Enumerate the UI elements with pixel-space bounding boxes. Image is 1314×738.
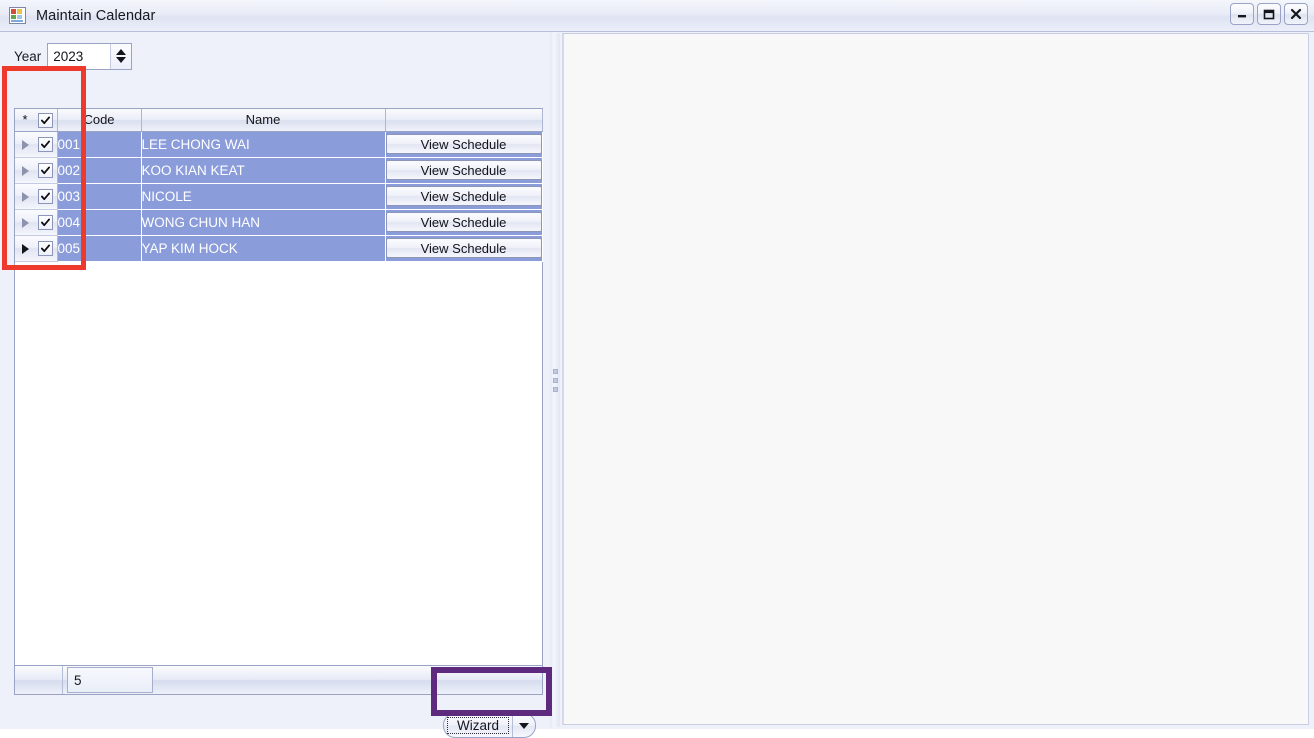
row-selector-triangle-icon [21, 191, 29, 202]
year-spinner[interactable]: 2023 [47, 42, 133, 70]
year-filter: Year 2023 [14, 42, 133, 70]
panel-splitter[interactable] [550, 33, 560, 727]
view-schedule-button[interactable]: View Schedule [385, 238, 542, 258]
row-indicator-cell[interactable] [15, 183, 35, 210]
row-checkbox-cell[interactable] [35, 131, 58, 158]
grid-header-row: * Code Name [15, 109, 543, 132]
spinner-down-icon[interactable] [116, 57, 127, 63]
column-header-new-row-marker: * [15, 109, 35, 132]
row-checkbox-cell[interactable] [35, 183, 58, 210]
spinner-up-icon[interactable] [116, 49, 127, 55]
row-indicator-cell[interactable] [15, 131, 35, 158]
cell-code[interactable]: 002 [57, 157, 142, 184]
row-checkbox[interactable] [38, 136, 54, 152]
window-title: Maintain Calendar [36, 7, 156, 24]
view-schedule-button[interactable]: View Schedule [385, 134, 542, 154]
calendar-grid-table: * Code Name 001 LEE CHONG WAI View Sched… [15, 109, 543, 262]
wizard-dropdown-button[interactable] [513, 714, 535, 737]
calendar-icon [9, 7, 26, 24]
grid-footer: 5 [14, 665, 543, 695]
maximize-button[interactable] [1257, 3, 1281, 25]
table-row[interactable]: 004 WONG CHUN HAN View Schedule [15, 209, 543, 236]
footer-spacer [15, 666, 63, 694]
row-checkbox-cell[interactable] [35, 209, 58, 236]
splitter-grip-dot [552, 386, 558, 392]
view-schedule-button[interactable]: View Schedule [385, 160, 542, 180]
year-spinner-buttons[interactable] [110, 43, 132, 69]
cell-action: View Schedule [385, 183, 543, 210]
row-indicator-cell[interactable] [15, 209, 35, 236]
row-selector-triangle-icon [21, 243, 29, 254]
cell-code[interactable]: 003 [57, 183, 142, 210]
row-selector-triangle-icon [21, 139, 29, 150]
table-row[interactable]: 003 NICOLE View Schedule [15, 183, 543, 210]
check-icon [41, 166, 51, 175]
cell-name[interactable]: YAP KIM HOCK [141, 235, 386, 262]
check-icon [41, 116, 51, 124]
left-panel: Year 2023 * Code Name 001 LEE CHONG WAI … [0, 32, 556, 738]
row-indicator-cell[interactable] [15, 157, 35, 184]
title-bar: Maintain Calendar [0, 0, 1314, 32]
row-selector-triangle-icon [21, 217, 29, 228]
column-header-name[interactable]: Name [141, 109, 386, 132]
row-selector-triangle-icon [21, 165, 29, 176]
row-checkbox[interactable] [38, 214, 54, 230]
table-row[interactable]: 005 YAP KIM HOCK View Schedule [15, 235, 543, 262]
splitter-grip-dot [552, 368, 558, 374]
check-icon [41, 218, 51, 227]
close-button[interactable] [1284, 3, 1308, 25]
check-icon [41, 244, 51, 253]
column-header-code[interactable]: Code [57, 109, 142, 132]
column-header-action[interactable] [385, 109, 543, 132]
cell-name[interactable]: WONG CHUN HAN [141, 209, 386, 236]
table-row[interactable]: 001 LEE CHONG WAI View Schedule [15, 131, 543, 158]
column-header-select-all[interactable] [35, 109, 58, 132]
asterisk-icon: * [22, 112, 28, 128]
cell-code[interactable]: 004 [57, 209, 142, 236]
cell-action: View Schedule [385, 131, 543, 158]
check-icon [41, 140, 51, 149]
cell-action: View Schedule [385, 157, 543, 184]
window-controls [1230, 3, 1308, 25]
year-input[interactable]: 2023 [48, 49, 110, 64]
cell-code[interactable]: 005 [57, 235, 142, 262]
cell-action: View Schedule [385, 235, 543, 262]
row-checkbox[interactable] [38, 162, 54, 178]
table-row[interactable]: 002 KOO KIAN KEAT View Schedule [15, 157, 543, 184]
cell-code[interactable]: 001 [57, 131, 142, 158]
row-checkbox[interactable] [38, 240, 54, 256]
cell-name[interactable]: NICOLE [141, 183, 386, 210]
cell-action: View Schedule [385, 209, 543, 236]
grid-body: 001 LEE CHONG WAI View Schedule 002 KOO KIAN… [15, 131, 543, 262]
row-checkbox[interactable] [38, 188, 54, 204]
select-all-checkbox[interactable] [38, 112, 54, 128]
calendar-grid: * Code Name 001 LEE CHONG WAI View Sched… [14, 108, 543, 693]
row-checkbox-cell[interactable] [35, 157, 58, 184]
cell-name[interactable]: LEE CHONG WAI [141, 131, 386, 158]
maintain-calendar-window: Maintain Calendar Year 2023 * Code Name … [0, 0, 1314, 738]
check-icon [41, 192, 51, 201]
view-schedule-button[interactable]: View Schedule [385, 186, 542, 206]
wizard-button[interactable]: Wizard [444, 714, 514, 737]
schedule-detail-panel [562, 33, 1309, 725]
row-indicator-cell[interactable] [15, 235, 35, 262]
minimize-button[interactable] [1230, 3, 1254, 25]
view-schedule-button[interactable]: View Schedule [385, 212, 542, 232]
row-checkbox-cell[interactable] [35, 235, 58, 262]
year-label: Year [14, 48, 42, 64]
chevron-down-icon [519, 722, 530, 729]
splitter-grip-dot [552, 377, 558, 383]
record-count-field[interactable]: 5 [67, 667, 153, 693]
wizard-button-group: Wizard [443, 713, 537, 738]
cell-name[interactable]: KOO KIAN KEAT [141, 157, 386, 184]
